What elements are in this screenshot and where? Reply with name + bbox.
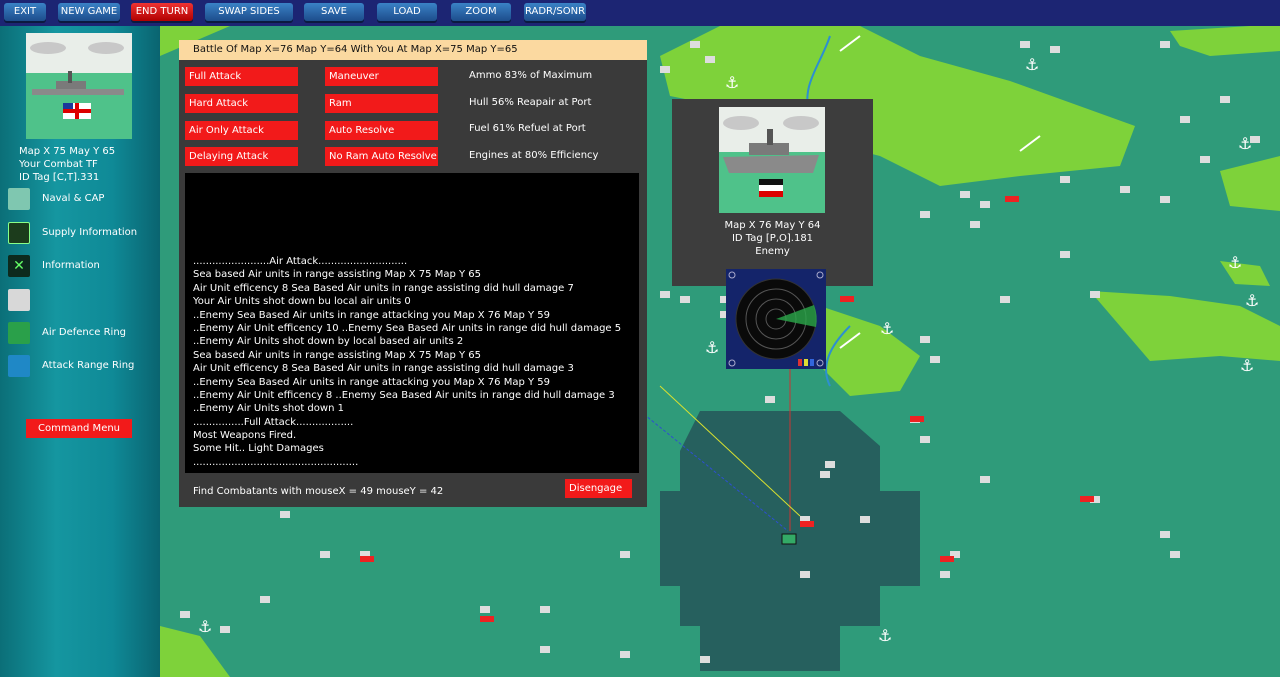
svg-text:⚓: ⚓	[878, 626, 892, 645]
find-combatants-text: Find Combatants with mouseX = 49 mouseY …	[193, 486, 444, 497]
radar-scope	[726, 269, 826, 369]
svg-text:⚓: ⚓	[705, 338, 719, 357]
swap-sides-button[interactable]: SWAP SIDES	[205, 3, 293, 21]
log-line: Air Unit efficency 8 Sea Based Air units…	[193, 282, 574, 294]
zoom-button[interactable]: ZOOM	[451, 3, 511, 21]
land-island-east-2	[1220, 156, 1280, 211]
ammo-status: Ammo 83% of Maximum	[469, 70, 593, 81]
radar-sonar-button[interactable]: RADR/SONR	[524, 3, 586, 21]
naval-cap-icon	[8, 188, 30, 210]
supply-icon	[8, 222, 30, 244]
sidebar-item-label: Naval & CAP	[42, 193, 105, 204]
player-id-tag: ID Tag [C,T].331	[19, 172, 100, 183]
log-line: ..Enemy Air Unit efficency 10 ..Enemy Se…	[193, 322, 622, 334]
information-icon: ✕	[8, 255, 30, 277]
full-attack-button[interactable]: Full Attack	[185, 67, 298, 86]
engine-status: Engines at 80% Efficiency	[469, 150, 599, 161]
enemy-side-label: Enemy	[755, 246, 790, 257]
sidebar-item-label: Air Defence Ring	[42, 327, 127, 338]
top-toolbar: EXIT NEW GAME END TURN SWAP SIDES SAVE L…	[0, 0, 1280, 26]
log-line: ..Enemy Air Unit efficency 8 ..Enemy Sea…	[193, 389, 615, 401]
air-defence-ring-icon	[8, 322, 30, 344]
blank-icon	[8, 289, 30, 311]
log-line: Some Hit.. Light Damages	[193, 443, 324, 455]
enemy-info-panel: Map X 76 May Y 64 ID Tag [P,O].181 Enemy	[672, 99, 873, 286]
svg-text:⚓: ⚓	[880, 319, 894, 338]
fuel-status: Fuel 61% Refuel at Port	[469, 123, 586, 134]
enemy-map-coords: Map X 76 May Y 64	[724, 220, 821, 231]
left-sidebar: Map X 75 May Y 65 Your Combat TF ID Tag …	[0, 26, 160, 677]
svg-text:⚓: ⚓	[1240, 356, 1254, 375]
log-line: ........................Air Attack......…	[193, 256, 408, 267]
svg-text:⚓: ⚓	[725, 73, 739, 92]
end-turn-button[interactable]: END TURN	[131, 3, 193, 21]
battle-log[interactable]: ........................Air Attack......…	[185, 173, 639, 473]
land-island-east	[1170, 26, 1280, 56]
player-ship-image	[26, 33, 132, 139]
log-line: Sea based Air units in range assisting M…	[193, 349, 482, 361]
save-button[interactable]: SAVE	[304, 3, 364, 21]
land-island-sw	[160, 626, 230, 677]
log-line: Your Air Units shot down bu local air un…	[193, 296, 411, 308]
log-line: ..Enemy Air Units shot down by local bas…	[193, 336, 464, 348]
svg-text:⚓: ⚓	[1228, 253, 1242, 272]
disengage-button[interactable]: Disengage	[565, 479, 632, 498]
auto-resolve-button[interactable]: Auto Resolve	[325, 121, 438, 140]
log-line: Most Weapons Fired.	[193, 430, 297, 442]
enemy-id-tag: ID Tag [P,O].181	[731, 233, 814, 244]
load-button[interactable]: LOAD	[377, 3, 437, 21]
log-line: Sea based Air units in range assisting M…	[193, 269, 482, 281]
log-line: ........................................…	[193, 456, 359, 468]
player-task-force-marker	[781, 533, 797, 545]
sidebar-item-label: Information	[42, 260, 100, 271]
maneuver-button[interactable]: Maneuver	[325, 67, 438, 86]
no-ram-auto-resolve-button[interactable]: No Ram Auto Resolve	[325, 147, 438, 166]
log-line: ................Full Attack.............…	[193, 416, 354, 428]
sidebar-item-label: Supply Information	[42, 227, 138, 238]
battle-title: Battle Of Map X=76 Map Y=64 With You At …	[179, 40, 647, 60]
exit-button[interactable]: EXIT	[4, 3, 46, 21]
ram-button[interactable]: Ram	[325, 94, 438, 113]
svg-text:⚓: ⚓	[1025, 55, 1039, 74]
log-line: Air Unit efficency 8 Sea Based Air units…	[193, 363, 574, 375]
delaying-attack-button[interactable]: Delaying Attack	[185, 147, 298, 166]
log-line: ..Enemy Sea Based Air units in range att…	[193, 376, 551, 388]
air-only-attack-button[interactable]: Air Only Attack	[185, 121, 298, 140]
player-tf-name: Your Combat TF	[19, 159, 98, 170]
battle-dialog: Battle Of Map X=76 Map Y=64 With You At …	[179, 40, 647, 507]
hull-status: Hull 56% Reapair at Port	[469, 97, 592, 108]
enemy-ship-image	[719, 107, 825, 213]
svg-text:⚓: ⚓	[1245, 291, 1259, 310]
sidebar-item-label: Attack Range Ring	[42, 360, 135, 371]
hard-attack-button[interactable]: Hard Attack	[185, 94, 298, 113]
new-game-button[interactable]: NEW GAME	[58, 3, 120, 21]
player-map-coords: Map X 75 May Y 65	[19, 146, 116, 157]
command-menu-button[interactable]: Command Menu	[26, 419, 132, 438]
log-line: ..Enemy Sea Based Air units in range att…	[193, 309, 551, 321]
attack-range-ring-icon	[8, 355, 30, 377]
svg-text:⚓: ⚓	[198, 617, 212, 636]
log-line: ..Enemy Air Units shot down 1	[193, 403, 344, 415]
